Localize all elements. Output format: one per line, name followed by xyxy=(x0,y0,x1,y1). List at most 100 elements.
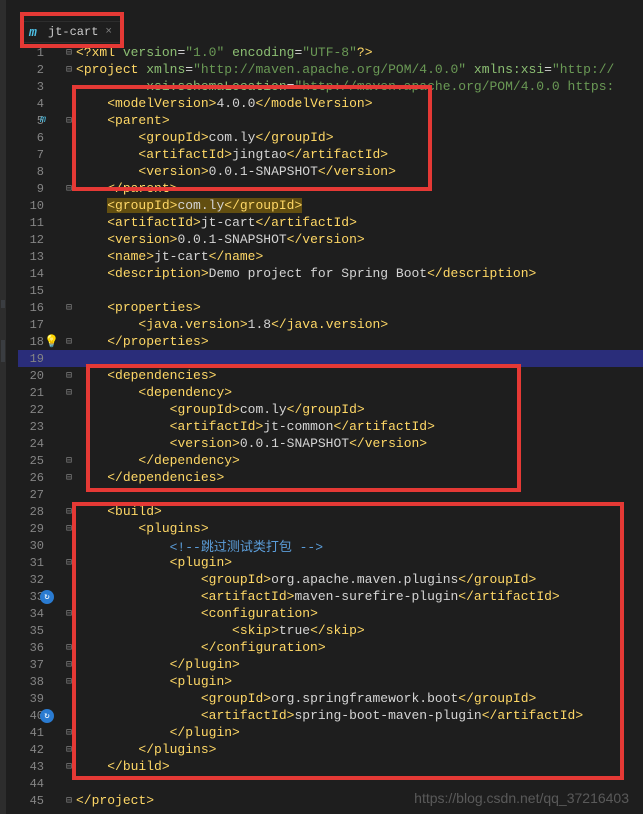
code-line[interactable]: 8 <version>0.0.1-SNAPSHOT</version> xyxy=(18,163,643,180)
code-line[interactable]: 5m⊟ <parent> xyxy=(18,112,643,129)
code-content[interactable]: <dependency> xyxy=(76,385,643,400)
fold-icon[interactable]: ⊟ xyxy=(66,370,72,382)
code-line[interactable]: 16⊟ <properties> xyxy=(18,299,643,316)
code-line[interactable]: 25⊟ </dependency> xyxy=(18,452,643,469)
code-line[interactable]: 40↻ <artifactId>spring-boot-maven-plugin… xyxy=(18,707,643,724)
code-line[interactable]: 38⊟ <plugin> xyxy=(18,673,643,690)
code-content[interactable]: <artifactId>jt-common</artifactId> xyxy=(76,419,643,434)
code-content[interactable]: <artifactId>jingtao</artifactId> xyxy=(76,147,643,162)
code-content[interactable]: <version>0.0.1-SNAPSHOT</version> xyxy=(76,232,643,247)
code-content[interactable]: </properties> xyxy=(76,334,643,349)
code-content[interactable]: <plugin> xyxy=(76,555,643,570)
code-content[interactable]: <skip>true</skip> xyxy=(76,623,643,638)
fold-icon[interactable]: ⊟ xyxy=(66,761,72,773)
code-content[interactable]: </configuration> xyxy=(76,640,643,655)
fold-icon[interactable]: ⊟ xyxy=(66,608,72,620)
code-content[interactable]: </parent> xyxy=(76,181,643,196)
code-line[interactable]: 21⊟ <dependency> xyxy=(18,384,643,401)
fold-icon[interactable]: ⊟ xyxy=(66,302,72,314)
code-line[interactable]: 34⊟ <configuration> xyxy=(18,605,643,622)
code-line[interactable]: 7 <artifactId>jingtao</artifactId> xyxy=(18,146,643,163)
code-content[interactable]: </dependencies> xyxy=(76,470,643,485)
code-content[interactable]: <groupId>com.ly</groupId> xyxy=(76,402,643,417)
code-content[interactable]: <groupId>org.apache.maven.plugins</group… xyxy=(76,572,643,587)
code-line[interactable]: 43⊟ </build> xyxy=(18,758,643,775)
fold-icon[interactable]: ⊟ xyxy=(66,744,72,756)
fold-icon[interactable]: ⊟ xyxy=(66,676,72,688)
code-line[interactable]: 45⊟</project> xyxy=(18,792,643,809)
code-content[interactable]: <artifactId>jt-cart</artifactId> xyxy=(76,215,643,230)
code-line[interactable]: 33↻ <artifactId>maven-surefire-plugin</a… xyxy=(18,588,643,605)
code-content[interactable]: </plugin> xyxy=(76,657,643,672)
code-content[interactable]: <name>jt-cart</name> xyxy=(76,249,643,264)
code-content[interactable]: <project xmlns="http://maven.apache.org/… xyxy=(76,62,643,77)
code-line[interactable]: 29⊟ <plugins> xyxy=(18,520,643,537)
fold-icon[interactable]: ⊟ xyxy=(66,557,72,569)
code-line[interactable]: 28⊟ <build> xyxy=(18,503,643,520)
code-line[interactable]: 27 xyxy=(18,486,643,503)
code-content[interactable]: <modelVersion>4.0.0</modelVersion> xyxy=(76,96,643,111)
code-content[interactable]: </project> xyxy=(76,793,643,808)
code-line[interactable]: 42⊟ </plugins> xyxy=(18,741,643,758)
fold-icon[interactable]: ⊟ xyxy=(66,183,72,195)
code-content[interactable]: </build> xyxy=(76,759,643,774)
code-content[interactable]: </dependency> xyxy=(76,453,643,468)
breakpoint-icon[interactable]: ↻ xyxy=(40,590,54,604)
code-line[interactable]: 9⊟ </parent> xyxy=(18,180,643,197)
fold-icon[interactable]: ⊟ xyxy=(66,795,72,807)
code-content[interactable]: </plugins> xyxy=(76,742,643,757)
fold-icon[interactable]: ⊟ xyxy=(66,115,72,127)
code-line[interactable]: 17 <java.version>1.8</java.version> xyxy=(18,316,643,333)
code-line[interactable]: 32 <groupId>org.apache.maven.plugins</gr… xyxy=(18,571,643,588)
code-line[interactable]: 20⊟ <dependencies> xyxy=(18,367,643,384)
code-content[interactable]: <groupId>com.ly</groupId> xyxy=(76,198,643,213)
close-icon[interactable]: × xyxy=(103,26,112,38)
code-line[interactable]: 35 <skip>true</skip> xyxy=(18,622,643,639)
code-content[interactable]: <!--跳过测试类打包 --> xyxy=(76,536,643,555)
code-content[interactable]: <?xml version="1.0" encoding="UTF-8"?> xyxy=(76,45,643,60)
code-line[interactable]: 36⊟ </configuration> xyxy=(18,639,643,656)
fold-icon[interactable]: ⊟ xyxy=(66,472,72,484)
code-line[interactable]: 14 <description>Demo project for Spring … xyxy=(18,265,643,282)
code-content[interactable]: <plugin> xyxy=(76,674,643,689)
code-line[interactable]: 22 <groupId>com.ly</groupId> xyxy=(18,401,643,418)
code-content[interactable]: <description>Demo project for Spring Boo… xyxy=(76,266,643,281)
code-line[interactable]: 2⊟<project xmlns="http://maven.apache.or… xyxy=(18,61,643,78)
code-line[interactable]: 39 <groupId>org.springframework.boot</gr… xyxy=(18,690,643,707)
fold-icon[interactable]: ⊟ xyxy=(66,47,72,59)
lightbulb-icon[interactable]: 💡 xyxy=(44,334,59,349)
fold-icon[interactable]: ⊟ xyxy=(66,455,72,467)
code-line[interactable]: 11 <artifactId>jt-cart</artifactId> xyxy=(18,214,643,231)
code-content[interactable]: xsi:schemaLocation="http://maven.apache.… xyxy=(76,79,643,94)
code-line[interactable]: 3 xsi:schemaLocation="http://maven.apach… xyxy=(18,78,643,95)
fold-icon[interactable]: ⊟ xyxy=(66,387,72,399)
code-line[interactable]: 12 <version>0.0.1-SNAPSHOT</version> xyxy=(18,231,643,248)
code-editor[interactable]: 1⊟<?xml version="1.0" encoding="UTF-8"?>… xyxy=(18,44,643,814)
code-content[interactable]: </plugin> xyxy=(76,725,643,740)
fold-icon[interactable]: ⊟ xyxy=(66,642,72,654)
code-line[interactable]: 26⊟ </dependencies> xyxy=(18,469,643,486)
code-line[interactable]: 4 <modelVersion>4.0.0</modelVersion> xyxy=(18,95,643,112)
code-content[interactable]: <version>0.0.1-SNAPSHOT</version> xyxy=(76,164,643,179)
fold-icon[interactable]: ⊟ xyxy=(66,523,72,535)
code-line[interactable]: 13 <name>jt-cart</name> xyxy=(18,248,643,265)
code-line[interactable]: 30 <!--跳过测试类打包 --> xyxy=(18,537,643,554)
code-line[interactable]: 1⊟<?xml version="1.0" encoding="UTF-8"?> xyxy=(18,44,643,61)
fold-icon[interactable]: ⊟ xyxy=(66,659,72,671)
code-line[interactable]: 15 xyxy=(18,282,643,299)
code-content[interactable]: <build> xyxy=(76,504,643,519)
code-content[interactable]: <dependencies> xyxy=(76,368,643,383)
code-line[interactable]: 18💡⊟ </properties> xyxy=(18,333,643,350)
code-line[interactable]: 41⊟ </plugin> xyxy=(18,724,643,741)
code-content[interactable]: <configuration> xyxy=(76,606,643,621)
code-line[interactable]: 44 xyxy=(18,775,643,792)
code-content[interactable]: <artifactId>spring-boot-maven-plugin</ar… xyxy=(76,708,643,723)
code-line[interactable]: 10 <groupId>com.ly</groupId> xyxy=(18,197,643,214)
fold-icon[interactable]: ⊟ xyxy=(66,727,72,739)
code-line[interactable]: 19 xyxy=(18,350,643,367)
code-content[interactable]: <plugins> xyxy=(76,521,643,536)
fold-icon[interactable]: ⊟ xyxy=(66,506,72,518)
code-content[interactable]: <parent> xyxy=(76,113,643,128)
code-content[interactable]: <artifactId>maven-surefire-plugin</artif… xyxy=(76,589,643,604)
code-content[interactable]: <groupId>com.ly</groupId> xyxy=(76,130,643,145)
